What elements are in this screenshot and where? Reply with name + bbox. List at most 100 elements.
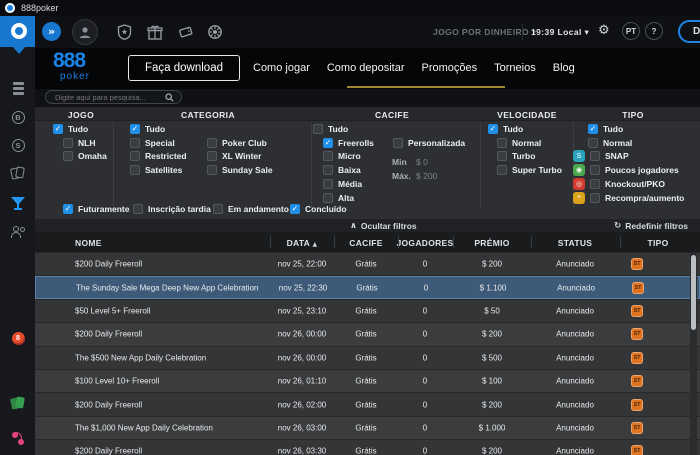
filter-checkbox-super-turbo-velocidade[interactable]: Super Turbo	[497, 165, 562, 176]
scrollbar-thumb[interactable]	[691, 255, 696, 330]
checkbox[interactable]	[213, 203, 223, 214]
table-row[interactable]: $200 Daily Freeroll nov 26, 00:00 Grátis 0 $…	[35, 323, 700, 346]
snap-icon[interactable]: S	[0, 136, 36, 154]
checkbox[interactable]: ✓	[323, 137, 333, 148]
nav-link-promocoes[interactable]: Promoções	[422, 62, 478, 74]
filter-checkbox-knockout-pko-tipo[interactable]: ◎ Knockout/PKO	[573, 177, 665, 190]
checkbox[interactable]	[323, 192, 333, 203]
filter-checkbox-satellites-categoria[interactable]: Satellites	[130, 165, 182, 176]
filter-checkbox-snap-tipo[interactable]: S SNAP	[573, 150, 629, 163]
nav-link-como-jogar[interactable]: Como jogar	[253, 62, 310, 74]
filter-checkbox-turbo-velocidade[interactable]: Turbo	[497, 151, 535, 162]
slots-icon[interactable]	[0, 429, 36, 447]
settings-gear-icon[interactable]: ⚙	[598, 23, 610, 38]
casino-icon[interactable]: 8	[0, 329, 36, 347]
sidebar-logo-tile[interactable]	[0, 16, 38, 47]
checkbox[interactable]: ✓	[53, 124, 63, 134]
column-header-tipo[interactable]: TIPO	[647, 238, 668, 248]
checkbox[interactable]: ✓	[130, 124, 140, 134]
nav-link-como-depositar[interactable]: Como depositar	[327, 62, 405, 74]
tournaments-icon[interactable]	[0, 194, 36, 212]
search-box[interactable]	[45, 90, 182, 104]
help-button[interactable]: ?	[645, 22, 663, 40]
table-row[interactable]: $200 Daily Freeroll nov 25, 22:00 Grátis 0 $…	[35, 253, 700, 276]
casino-wheel-button[interactable]	[206, 23, 224, 41]
filter-checkbox-em-andamento[interactable]: Em andamento	[213, 203, 289, 214]
money-mode-dropdown[interactable]: JOGO POR DINHEIRO ▾	[433, 27, 537, 38]
table-row[interactable]: $200 Daily Freeroll nov 26, 02:00 Grátis 0 $…	[35, 393, 700, 416]
chip-icon[interactable]: B	[0, 108, 36, 126]
table-row[interactable]: $200 Daily Freeroll nov 26, 03:30 Grátis 0 $…	[35, 440, 700, 455]
filter-checkbox-freerolls-cacife[interactable]: ✓ Freerolls	[323, 137, 374, 148]
rewards-shield-button[interactable]	[115, 23, 133, 41]
filter-checkbox-personalizada-cacife[interactable]: Personalizada	[393, 137, 465, 148]
checkbox[interactable]	[497, 137, 507, 148]
filter-checkbox-special-categoria[interactable]: Special	[130, 137, 175, 148]
filter-checkbox-micro-cacife[interactable]: Micro	[323, 151, 361, 162]
hide-filters-link[interactable]: ∧ Ocultar filtros	[350, 221, 417, 231]
checkbox[interactable]	[313, 124, 323, 134]
checkbox[interactable]	[497, 165, 507, 176]
filter-checkbox-tudo-jogo[interactable]: ✓ Tudo	[53, 124, 88, 135]
filter-checkbox-tudo-velocidade[interactable]: ✓ Tudo	[488, 124, 523, 135]
checkbox[interactable]	[590, 192, 600, 203]
table-row[interactable]: $100 Level 10+ Freeroll nov 26, 01:10 Grát…	[35, 370, 700, 393]
brand-888[interactable]: 888	[53, 49, 86, 73]
nav-link-torneios[interactable]: Torneios	[494, 62, 536, 74]
filter-checkbox-poucos-jogadores-tipo[interactable]: ◉ Poucos jogadores	[573, 164, 679, 177]
checkbox[interactable]	[63, 137, 73, 148]
avatar[interactable]	[72, 19, 98, 45]
checkbox[interactable]	[590, 165, 600, 176]
checkbox[interactable]	[323, 151, 333, 162]
max-value[interactable]: $ 200	[416, 171, 437, 181]
filter-checkbox-xl-winter-categoria[interactable]: XL Winter	[207, 151, 261, 162]
checkbox[interactable]	[207, 151, 217, 162]
lobby-stack-icon[interactable]	[0, 78, 36, 96]
checkbox[interactable]	[133, 203, 143, 214]
reset-filters-link[interactable]: ↻ Redefinir filtros	[614, 221, 688, 231]
table-row[interactable]: The Sunday Sale Mega Deep New App Celebr…	[35, 276, 700, 299]
table-row[interactable]: The $500 New App Daily Celebration nov 26…	[35, 346, 700, 369]
search-input[interactable]	[46, 92, 165, 102]
blackjack-icon[interactable]	[0, 394, 36, 412]
language-button[interactable]: PT	[622, 22, 640, 40]
filter-checkbox-restricted-categoria[interactable]: Restricted	[130, 151, 187, 162]
checkbox[interactable]	[393, 137, 403, 148]
tickets-button[interactable]	[176, 23, 194, 41]
checkbox[interactable]	[590, 178, 600, 189]
filter-checkbox-normal-tipo[interactable]: Normal	[588, 137, 632, 148]
filter-checkbox-tudo-tipo[interactable]: ✓ Tudo	[588, 124, 623, 135]
expand-sidebar-button[interactable]: »	[42, 22, 61, 41]
checkbox[interactable]	[130, 137, 140, 148]
column-header-status[interactable]: STATUS	[558, 238, 593, 248]
filter-checkbox-baixa-cacife[interactable]: Baixa	[323, 165, 361, 176]
checkbox[interactable]: ✓	[290, 203, 300, 214]
min-value[interactable]: $ 0	[416, 157, 428, 167]
clock-dropdown[interactable]: 19:39 Local ▾	[531, 27, 589, 38]
filter-checkbox-tudo-categoria[interactable]: ✓ Tudo	[130, 124, 165, 135]
checkbox[interactable]	[497, 151, 507, 162]
checkbox[interactable]	[323, 178, 333, 189]
filter-checkbox-poker-club-categoria[interactable]: Poker Club	[207, 137, 267, 148]
filter-checkbox-conclu-do[interactable]: ✓ Concluído	[290, 203, 347, 214]
filter-checkbox-m-dia-cacife[interactable]: Média	[323, 178, 362, 189]
checkbox[interactable]	[588, 137, 598, 148]
filter-checkbox-sunday-sale-categoria[interactable]: Sunday Sale	[207, 165, 273, 176]
deposit-button[interactable]: D	[678, 20, 700, 43]
checkbox[interactable]	[207, 165, 217, 176]
brand-poker[interactable]: poker	[60, 71, 90, 82]
table-row[interactable]: The $1,000 New App Daily Celebration nov …	[35, 416, 700, 440]
checkbox[interactable]: ✓	[488, 124, 498, 134]
column-header-data[interactable]: DATA ▲	[287, 238, 318, 248]
filter-checkbox-tudo-cacife[interactable]: Tudo	[313, 124, 348, 135]
filter-checkbox-nlh-jogo[interactable]: NLH	[63, 137, 95, 148]
column-header-cacife[interactable]: CACIFE	[349, 238, 382, 248]
checkbox[interactable]	[63, 151, 73, 162]
checkbox[interactable]	[323, 165, 333, 176]
filter-checkbox-inscri-o-tardia[interactable]: Inscrição tardia	[133, 203, 211, 214]
filter-checkbox-alta-cacife[interactable]: Alta	[323, 192, 354, 203]
table-row[interactable]: $50 Level 5+ Freeroll nov 25, 23:10 Grátis…	[35, 299, 700, 323]
filter-checkbox-omaha-jogo[interactable]: Omaha	[63, 151, 107, 162]
nav-link-blog[interactable]: Blog	[553, 62, 575, 74]
checkbox[interactable]: ✓	[588, 124, 598, 134]
